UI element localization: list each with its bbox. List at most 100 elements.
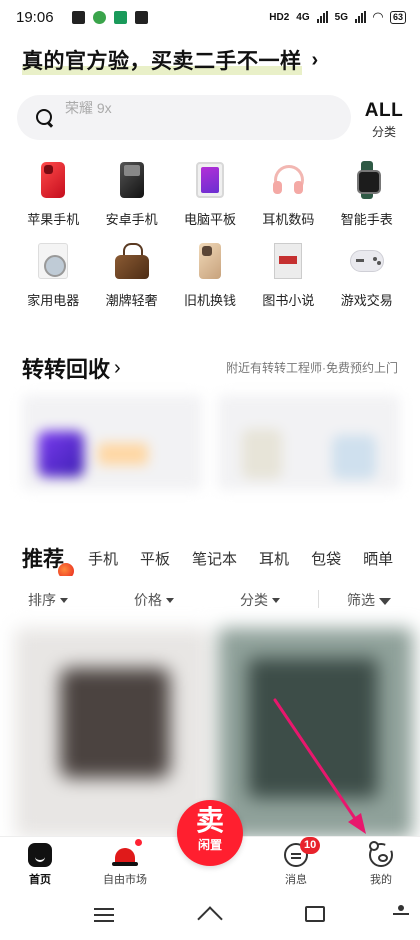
- old-phone-icon: [198, 243, 221, 279]
- nav-label: 消息: [285, 874, 307, 886]
- category-label: 旧机换钱: [183, 293, 236, 308]
- recycle-section-title[interactable]: 转转回收 ›: [22, 352, 121, 384]
- all-label: ALL: [364, 100, 404, 121]
- promo-headline[interactable]: 真的官方验，买卖二手不一样 ›: [22, 44, 402, 76]
- handbag-icon: [114, 243, 149, 279]
- category-label: 苹果手机: [27, 212, 80, 227]
- tab-laptop[interactable]: 笔记本: [192, 548, 237, 569]
- category-filter-label: 分类: [240, 592, 268, 608]
- mail-notification-icon: [134, 10, 148, 24]
- category-android-phone[interactable]: 安卓手机: [92, 160, 170, 228]
- chevron-right-icon: ›: [114, 356, 121, 379]
- nav-label: 我的: [370, 874, 392, 886]
- tab-showcase[interactable]: 晒单: [363, 548, 393, 569]
- message-badge: 10: [300, 837, 321, 854]
- category-label: 分类: [371, 125, 396, 139]
- funnel-icon: [379, 597, 391, 605]
- nav-me[interactable]: 我的: [346, 841, 416, 887]
- accessibility-icon[interactable]: [393, 905, 409, 927]
- category-smart-watch[interactable]: 智能手表: [328, 160, 406, 228]
- sell-button[interactable]: 卖 闲置: [177, 800, 243, 866]
- book-icon: [274, 243, 303, 279]
- category-label: 耳机数码: [262, 212, 315, 227]
- network-4g-label: 4G: [296, 11, 310, 23]
- active-dot-icon: [58, 563, 74, 576]
- tab-recommend[interactable]: 推荐: [22, 543, 74, 576]
- tablet-icon: [195, 162, 224, 198]
- headline-text: 真的官方验，买卖二手不一样: [22, 45, 302, 75]
- watch-icon: [356, 161, 381, 199]
- nav-label: 首页: [29, 874, 51, 886]
- signal-icon: [316, 11, 328, 23]
- signal-icon-2: [354, 11, 366, 23]
- hd-indicator: HD2: [269, 11, 290, 23]
- category-label: 潮牌轻奢: [105, 293, 158, 308]
- android-phone-icon: [119, 162, 144, 198]
- search-icon: [35, 108, 55, 128]
- category-label: 电脑平板: [183, 212, 236, 227]
- system-nav-bar: [0, 893, 420, 940]
- market-siren-icon: [112, 839, 142, 867]
- nav-messages[interactable]: 10 消息: [261, 837, 331, 887]
- nav-home[interactable]: 首页: [5, 843, 75, 887]
- filter-row: 排序 价格 分类 筛选: [0, 586, 420, 614]
- battery-icon: 63: [389, 10, 406, 24]
- search-bar[interactable]: 荣耀 9x: [17, 95, 351, 140]
- tab-tablet[interactable]: 平板: [140, 548, 170, 569]
- caret-down-icon: [60, 597, 68, 603]
- profile-bear-icon: [369, 841, 393, 867]
- sell-label: 卖: [195, 805, 224, 836]
- category-luxury-brand[interactable]: 潮牌轻奢: [92, 241, 170, 309]
- caret-down-icon: [272, 597, 280, 603]
- category-label: 图书小说: [262, 293, 315, 308]
- home-icon: [28, 843, 52, 867]
- chevron-right-icon: ›: [311, 48, 319, 71]
- status-time: 19:06: [16, 8, 54, 26]
- status-bar: 19:06 HD2 4G 5G ◠ 63: [0, 0, 420, 34]
- all-categories-button[interactable]: ALL 分类: [362, 100, 406, 140]
- headphone-icon: [270, 163, 306, 197]
- divider: [318, 590, 319, 608]
- washer-icon: [38, 243, 69, 279]
- category-computer-tablet[interactable]: 电脑平板: [171, 160, 249, 228]
- category-trade-in[interactable]: 旧机换钱: [171, 241, 249, 309]
- store-notification-icon: [113, 10, 127, 24]
- category-label: 游戏交易: [340, 293, 393, 308]
- sort-filter[interactable]: 排序: [28, 590, 68, 610]
- category-grid: 苹果手机 安卓手机 电脑平板 耳机数码 智能手表 家用电器 潮牌轻奢 旧机换钱 …: [14, 160, 406, 309]
- recycle-title: 转转回收: [22, 357, 111, 382]
- screen-label: 筛选: [347, 592, 375, 608]
- tab-headphones[interactable]: 耳机: [259, 548, 289, 569]
- category-books[interactable]: 图书小说: [249, 241, 327, 309]
- message-icon: 10: [284, 837, 321, 867]
- caret-down-icon: [166, 597, 174, 603]
- nav-market[interactable]: 自由市场: [90, 839, 160, 887]
- menu-icon[interactable]: [94, 908, 114, 910]
- category-headphones-digital[interactable]: 耳机数码: [249, 160, 327, 228]
- search-placeholder: 荣耀 9x: [65, 100, 112, 116]
- tab-bags[interactable]: 包袋: [311, 548, 341, 569]
- category-label: 智能手表: [340, 212, 393, 227]
- price-label: 价格: [134, 592, 162, 608]
- tab-phone[interactable]: 手机: [88, 548, 118, 569]
- category-game-trade[interactable]: 游戏交易: [328, 241, 406, 309]
- network-5g-label: 5G: [334, 11, 348, 23]
- notification-dot: [135, 839, 142, 846]
- price-filter[interactable]: 价格: [134, 590, 174, 610]
- nav-label: 自由市场: [103, 874, 147, 886]
- home-button-icon[interactable]: [198, 908, 224, 926]
- sort-label: 排序: [28, 592, 56, 608]
- category-home-appliance[interactable]: 家用电器: [14, 241, 92, 309]
- category-apple-phone[interactable]: 苹果手机: [14, 160, 92, 228]
- sell-sub-label: 闲置: [197, 838, 222, 852]
- category-label: 家用电器: [27, 293, 80, 308]
- app-notification-icon: [92, 10, 106, 24]
- category-label: 安卓手机: [105, 212, 158, 227]
- wifi-icon: ◠: [372, 9, 383, 24]
- gamepad-icon: [349, 250, 384, 272]
- notification-icon: [71, 10, 85, 24]
- recent-apps-icon[interactable]: [305, 906, 325, 922]
- category-filter[interactable]: 分类: [240, 590, 280, 610]
- recycle-cards-blurred[interactable]: [22, 395, 400, 495]
- screen-filter[interactable]: 筛选: [347, 590, 391, 610]
